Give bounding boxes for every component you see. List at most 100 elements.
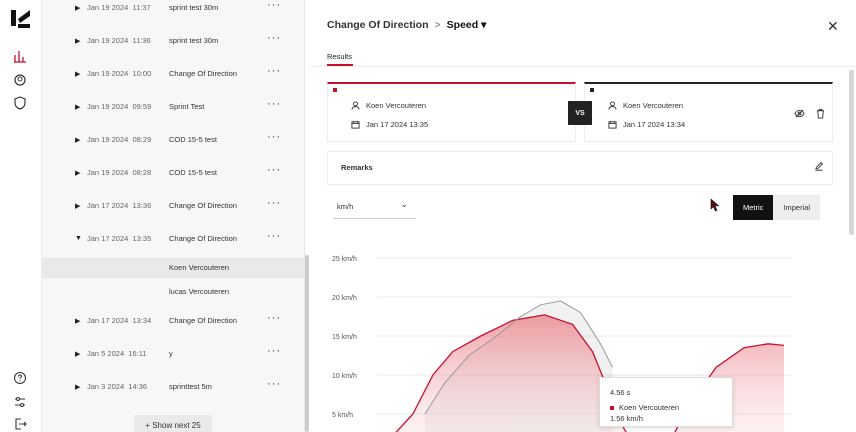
athlete-result-item[interactable]: Koen Vercouteren (42, 258, 304, 278)
results-panel: Change Of Direction > Speed ▾ ✕ Results … (310, 0, 856, 432)
remarks-card: Remarks (327, 151, 833, 185)
mouse-cursor-icon (710, 198, 720, 212)
breadcrumb-parent[interactable]: Change Of Direction (327, 19, 429, 31)
metric-option[interactable]: Metric (733, 195, 774, 220)
session-name: Sprint Test (169, 102, 205, 111)
caret-down-icon: ▾ (481, 19, 487, 31)
unit-select[interactable]: km/h ⌄ (333, 196, 416, 219)
session-row[interactable]: ▶ Jan 19 2024 11:36 sprint test 30m ··· (42, 30, 304, 52)
more-options-icon[interactable]: ··· (267, 164, 281, 176)
session-name: sprinttest 5m (169, 382, 212, 391)
series-marker (590, 88, 594, 92)
session-name: y (169, 349, 173, 358)
expand-arrow-icon[interactable]: ▶ (75, 169, 80, 177)
trash-icon[interactable] (815, 108, 826, 119)
edit-pencil-icon[interactable] (814, 161, 824, 171)
tooltip-value: 1.56 km/h (610, 414, 643, 423)
more-options-icon[interactable]: ··· (267, 0, 281, 11)
session-row[interactable]: ▶ Jan 19 2024 09:59 Sprint Test ··· (42, 96, 304, 118)
session-row[interactable]: ▶ Jan 17 2024 13:34 Change Of Direction … (42, 310, 304, 332)
session-name: COD 15-5 test (169, 168, 217, 177)
expand-arrow-icon[interactable]: ▶ (75, 202, 80, 210)
series-marker (610, 405, 614, 410)
metric-dropdown[interactable]: Speed ▾ (447, 19, 487, 31)
more-options-icon[interactable]: ··· (267, 230, 281, 242)
chevron-right-icon: > (434, 19, 441, 31)
more-options-icon[interactable]: ··· (267, 98, 281, 110)
imperial-option[interactable]: Imperial (773, 195, 820, 220)
athlete-name: Koen Vercouteren (366, 101, 427, 110)
session-name: Change Of Direction (169, 234, 237, 243)
y-tick-label: 5 km/h (332, 412, 353, 419)
session-datetime: Jan 17 2024 13:35 (366, 120, 429, 129)
shield-icon[interactable] (12, 95, 28, 111)
unit-system-toggle[interactable]: Metric Imperial (733, 195, 821, 220)
expand-arrow-icon[interactable]: ▶ (75, 383, 80, 391)
session-name: Change Of Direction (169, 316, 237, 325)
y-tick-label: 20 km/h (332, 295, 357, 302)
y-tick-label: 15 km/h (332, 334, 357, 341)
expand-arrow-icon[interactable]: ▶ (75, 136, 80, 144)
team-icon[interactable] (12, 72, 28, 88)
vs-badge: VS (568, 101, 592, 125)
app-logo[interactable] (8, 6, 32, 30)
divider (310, 66, 856, 67)
help-icon[interactable] (12, 370, 28, 386)
close-icon[interactable]: ✕ (827, 18, 839, 35)
session-row-expanded[interactable]: ▼ Jan 17 2024 13:35 Change Of Direction … (42, 228, 304, 250)
session-name: sprint test 30m (169, 3, 219, 12)
expand-arrow-icon[interactable]: ▶ (75, 350, 80, 358)
comparison-card-a: Koen Vercouteren Jan 17 2024 13:35 (327, 82, 576, 142)
y-tick-label: 25 km/h (332, 256, 357, 263)
expand-arrow-icon[interactable]: ▶ (75, 70, 80, 78)
expand-arrow-icon[interactable]: ▶ (75, 4, 80, 12)
session-row[interactable]: ▶ Jan 19 2024 08:29 COD 15-5 test ··· (42, 129, 304, 151)
more-options-icon[interactable]: ··· (267, 378, 281, 390)
session-row[interactable]: ▶ Jan 19 2024 08:28 COD 15-5 test ··· (42, 162, 304, 184)
session-row[interactable]: ▶ Jan 17 2024 13:36 Change Of Direction … (42, 195, 304, 217)
more-options-icon[interactable]: ··· (267, 312, 281, 324)
chart-icon[interactable] (12, 48, 28, 64)
show-next-button[interactable]: + Show next 25 (134, 415, 212, 432)
athlete-name: Koen Vercouteren (623, 101, 684, 110)
athlete-result-item[interactable]: lucas Vercouteren (42, 282, 304, 302)
calendar-icon (608, 120, 617, 129)
breadcrumb: Change Of Direction > Speed ▾ (327, 19, 486, 31)
hide-eye-icon[interactable] (794, 108, 805, 119)
comparison-card-b: Koen Vercouteren Jan 17 2024 13:34 (584, 82, 833, 142)
tooltip-time: 4.56 s (610, 388, 631, 397)
expand-arrow-icon[interactable]: ▶ (75, 37, 80, 45)
session-name: sprint test 30m (169, 36, 219, 45)
more-options-icon[interactable]: ··· (267, 197, 281, 209)
more-options-icon[interactable]: ··· (267, 65, 281, 77)
remarks-label: Remarks (341, 163, 373, 172)
session-row[interactable]: ▶ Jan 3 2024 14:36 sprinttest 5m ··· (42, 376, 304, 398)
chevron-down-icon: ⌄ (400, 199, 408, 209)
more-options-icon[interactable]: ··· (267, 131, 281, 143)
icon-rail (0, 0, 42, 432)
expand-arrow-icon[interactable]: ▶ (75, 103, 80, 111)
y-tick-label: 10 km/h (332, 373, 357, 380)
user-icon (351, 101, 360, 110)
session-row[interactable]: ▶ Jan 19 2024 11:37 sprint test 30m ··· (42, 0, 304, 19)
session-row[interactable]: ▶ Jan 5 2024 16:11 y ··· (42, 343, 304, 365)
tab-results[interactable]: Results (327, 52, 352, 61)
logout-icon[interactable] (12, 416, 28, 432)
settings-sliders-icon[interactable] (12, 394, 28, 410)
user-icon (608, 101, 617, 110)
unit-select-value: km/h (337, 202, 354, 211)
collapse-arrow-icon[interactable]: ▼ (75, 235, 82, 242)
more-options-icon[interactable]: ··· (267, 32, 281, 44)
session-name: Change Of Direction (169, 201, 237, 210)
tooltip-athlete: Koen Vercouteren (619, 403, 680, 412)
session-datetime: Jan 17 2024 13:34 (623, 120, 686, 129)
calendar-icon (351, 120, 360, 129)
session-row[interactable]: ▶ Jan 19 2024 10:00 Change Of Direction … (42, 63, 304, 85)
session-name: COD 15-5 test (169, 135, 217, 144)
list-scrollbar[interactable] (305, 255, 309, 432)
panel-scrollbar[interactable] (849, 70, 854, 235)
more-options-icon[interactable]: ··· (267, 345, 281, 357)
session-name: Change Of Direction (169, 69, 237, 78)
expand-arrow-icon[interactable]: ▶ (75, 317, 80, 325)
chart-tooltip: 4.56 s Koen Vercouteren 1.56 km/h (599, 377, 733, 427)
